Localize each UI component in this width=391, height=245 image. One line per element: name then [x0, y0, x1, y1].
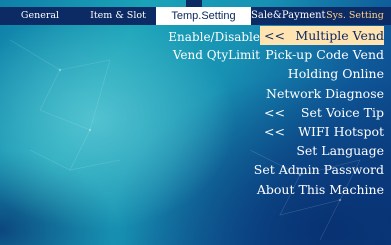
menu-item-label: Multiple Vend	[295, 28, 384, 43]
menu-item-label: Set Language	[296, 143, 384, 159]
menu-item-label: WIFI Hotspot	[298, 123, 384, 139]
menu-item-multiple-vend[interactable]: << Multiple Vend	[260, 26, 384, 46]
tab-sys-setting[interactable]: Sys. Setting	[319, 7, 391, 25]
menu-item-holding-online[interactable]: Holding Online	[260, 64, 384, 83]
expand-arrow-icon: <<	[264, 104, 285, 120]
expand-arrow-icon: <<	[264, 123, 285, 139]
top-notch-icon	[186, 0, 202, 7]
menu-item-set-admin-password[interactable]: Set Admin Password	[254, 160, 384, 179]
menu-item-label: About This Machine	[256, 181, 384, 197]
menu-item-pick-up-code-vend[interactable]: Pick-up Code Vend	[260, 45, 384, 64]
menu-item-set-language[interactable]: Set Language	[260, 141, 384, 160]
tab-general[interactable]: General	[0, 7, 80, 25]
settings-screen: General Item & Slot Temp.Setting Sale&Pa…	[0, 0, 391, 245]
tab-sale-payment[interactable]: Sale&Payment	[251, 7, 326, 25]
tab-temp-setting[interactable]: Temp.Setting	[156, 7, 251, 25]
tab-item-slot[interactable]: Item & Slot	[80, 7, 156, 25]
left-menu: Enable/Disable Vend QtyLimit	[165, 28, 260, 64]
left-menu-item-vend-qty-limit[interactable]: Vend QtyLimit	[165, 46, 260, 64]
expand-arrow-icon: <<	[264, 28, 285, 43]
menu-item-about-this-machine[interactable]: About This Machine	[256, 180, 384, 199]
menu-item-label: Set Voice Tip	[300, 104, 384, 120]
menu-item-label: Set Admin Password	[253, 162, 384, 178]
menu-item-label: Holding Online	[287, 66, 384, 82]
menu-item-label: Pick-up Code Vend	[265, 47, 384, 63]
menu-item-label: Network Diagnose	[266, 85, 384, 101]
system-menu: << Multiple Vend Pick-up Code Vend Holdi…	[254, 26, 384, 199]
tab-bar: General Item & Slot Temp.Setting Sale&Pa…	[0, 7, 391, 25]
menu-item-set-voice-tip[interactable]: << Set Voice Tip	[260, 103, 384, 122]
menu-item-wifi-hotspot[interactable]: << WIFI Hotspot	[260, 122, 384, 141]
left-menu-item-enable-disable[interactable]: Enable/Disable	[165, 28, 260, 46]
menu-item-network-diagnose[interactable]: Network Diagnose	[260, 84, 384, 103]
